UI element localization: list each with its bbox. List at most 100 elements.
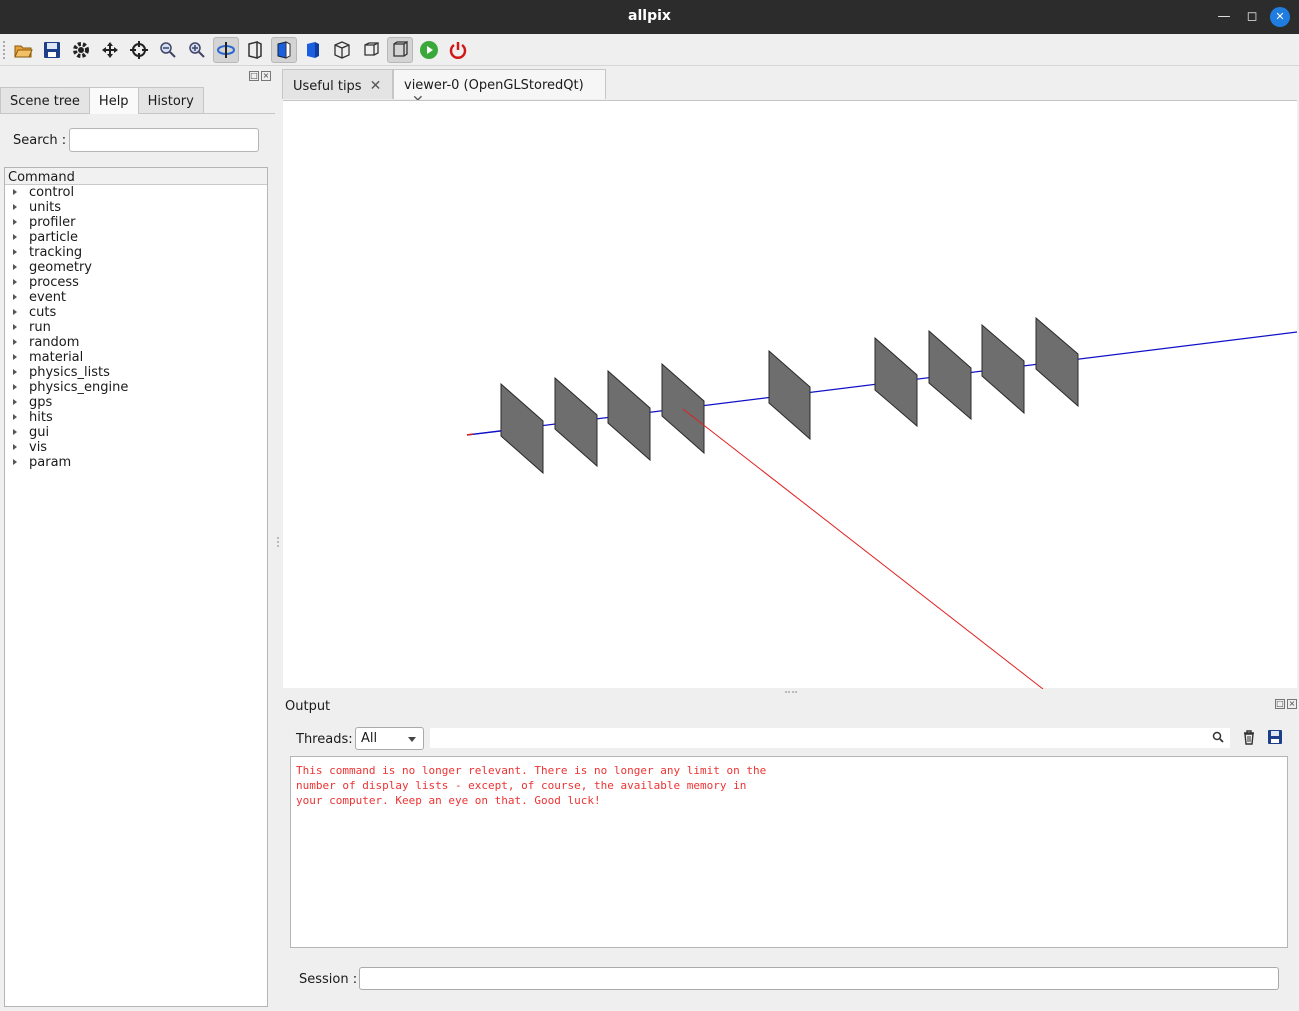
tree-item-run[interactable]: run <box>5 320 267 335</box>
run-icon[interactable] <box>416 37 442 63</box>
tree-items: control units profiler particle tracking geom… <box>5 185 267 470</box>
move-icon[interactable] <box>97 37 123 63</box>
output-text-area[interactable]: This command is no longer relevant. Ther… <box>290 756 1288 948</box>
maximize-button[interactable]: ◻ <box>1242 7 1262 27</box>
tree-item-label: gps <box>29 395 53 410</box>
tab-scene-tree[interactable]: Scene tree <box>0 87 90 113</box>
tree-item-physics-engine[interactable]: physics_engine <box>5 380 267 395</box>
tree-item-cuts[interactable]: cuts <box>5 305 267 320</box>
tree-item-control[interactable]: control <box>5 185 267 200</box>
dock-float-icon[interactable]: □ <box>249 71 259 81</box>
expand-arrow-icon[interactable] <box>13 279 17 285</box>
open-icon[interactable] <box>10 37 36 63</box>
tree-item-label: event <box>29 290 67 305</box>
search-input[interactable] <box>69 128 259 152</box>
threads-select[interactable]: All <box>355 727 424 750</box>
particle-track <box>682 408 1044 690</box>
tree-item-tracking[interactable]: tracking <box>5 245 267 260</box>
tree-item-label: units <box>29 200 61 215</box>
scene-canvas[interactable] <box>283 101 1298 690</box>
expand-arrow-icon[interactable] <box>13 429 17 435</box>
tree-item-label: physics_lists <box>29 365 110 380</box>
zoom-out-icon[interactable] <box>155 37 181 63</box>
solid-blue-icon[interactable] <box>300 37 326 63</box>
pick-icon[interactable] <box>126 37 152 63</box>
expand-arrow-icon[interactable] <box>13 444 17 450</box>
tree-item-event[interactable]: event <box>5 290 267 305</box>
opengl-viewer[interactable] <box>283 100 1298 690</box>
wireframe-icon[interactable] <box>329 37 355 63</box>
settings-icon[interactable] <box>68 37 94 63</box>
tree-item-label: material <box>29 350 84 365</box>
expand-arrow-icon[interactable] <box>13 324 17 330</box>
command-tree[interactable]: Command control units profiler particle trac… <box>4 167 268 1007</box>
output-line: your computer. Keep an eye on that. Good… <box>296 794 601 807</box>
tree-item-material[interactable]: material <box>5 350 267 365</box>
expand-arrow-icon[interactable] <box>13 459 17 465</box>
detector-plane <box>981 323 1025 415</box>
exit-icon[interactable] <box>445 37 471 63</box>
close-tab-icon[interactable]: ✕ <box>370 78 382 94</box>
expand-arrow-icon[interactable] <box>13 264 17 270</box>
help-dock: □ × Scene tree Help History Search : Com… <box>0 67 275 1011</box>
horizontal-splitter[interactable] <box>283 688 1297 696</box>
expand-arrow-icon[interactable] <box>13 219 17 225</box>
tree-item-gui[interactable]: gui <box>5 425 267 440</box>
expand-arrow-icon[interactable] <box>13 339 17 345</box>
dock-buttons: □ × <box>249 71 271 81</box>
expand-arrow-icon[interactable] <box>13 189 17 195</box>
tree-item-label: param <box>29 455 72 470</box>
rotate-icon[interactable] <box>213 37 239 63</box>
zoom-in-icon[interactable] <box>184 37 210 63</box>
tab-viewer[interactable]: viewer-0 (OpenGLStoredQt)✕ <box>393 69 606 109</box>
save-output-icon[interactable] <box>1267 729 1283 745</box>
expand-arrow-icon[interactable] <box>13 354 17 360</box>
expand-arrow-icon[interactable] <box>13 384 17 390</box>
vertical-splitter[interactable] <box>275 67 282 1011</box>
trash-icon[interactable] <box>1241 729 1257 745</box>
toolbar-grip[interactable] <box>3 41 7 59</box>
tree-item-hits[interactable]: hits <box>5 410 267 425</box>
chevron-down-icon <box>408 737 416 742</box>
save-icon[interactable] <box>39 37 65 63</box>
output-line: number of display lists - except, of cou… <box>296 779 747 792</box>
tree-item-random[interactable]: random <box>5 335 267 350</box>
help-pane: Search : Command control units profiler par… <box>0 113 275 1011</box>
dock-close-icon[interactable]: × <box>261 71 271 81</box>
expand-arrow-icon[interactable] <box>13 309 17 315</box>
tree-item-label: hits <box>29 410 53 425</box>
tree-item-physics-lists[interactable]: physics_lists <box>5 365 267 380</box>
window-title: allpix <box>628 8 671 24</box>
tree-item-label: run <box>29 320 51 335</box>
session-input[interactable] <box>359 967 1279 990</box>
tree-item-profiler[interactable]: profiler <box>5 215 267 230</box>
expand-arrow-icon[interactable] <box>13 399 17 405</box>
output-filter-input[interactable] <box>430 728 1230 748</box>
tree-item-param[interactable]: param <box>5 455 267 470</box>
tree-item-particle[interactable]: particle <box>5 230 267 245</box>
tree-item-process[interactable]: process <box>5 275 267 290</box>
tab-useful-tips[interactable]: Useful tips ✕ <box>282 69 393 99</box>
expand-arrow-icon[interactable] <box>13 369 17 375</box>
tree-item-units[interactable]: units <box>5 200 267 215</box>
expand-arrow-icon[interactable] <box>13 294 17 300</box>
expand-arrow-icon[interactable] <box>13 249 17 255</box>
tree-item-vis[interactable]: vis <box>5 440 267 455</box>
minimize-button[interactable]: — <box>1214 7 1234 27</box>
close-window-button[interactable]: ✕ <box>1270 7 1290 27</box>
dock-close-icon[interactable]: × <box>1287 699 1297 709</box>
tab-history[interactable]: History <box>137 87 204 113</box>
tree-item-gps[interactable]: gps <box>5 395 267 410</box>
tab-help[interactable]: Help <box>88 87 139 114</box>
ortho-icon[interactable] <box>387 37 413 63</box>
tree-item-geometry[interactable]: geometry <box>5 260 267 275</box>
expand-arrow-icon[interactable] <box>13 414 17 420</box>
detector-plane <box>661 362 705 455</box>
dock-float-icon[interactable]: □ <box>1275 699 1285 709</box>
search-icon[interactable] <box>1212 731 1224 743</box>
hidden-line-icon[interactable] <box>242 37 268 63</box>
perspective-icon[interactable] <box>358 37 384 63</box>
expand-arrow-icon[interactable] <box>13 234 17 240</box>
solid-icon[interactable] <box>271 37 297 63</box>
expand-arrow-icon[interactable] <box>13 204 17 210</box>
